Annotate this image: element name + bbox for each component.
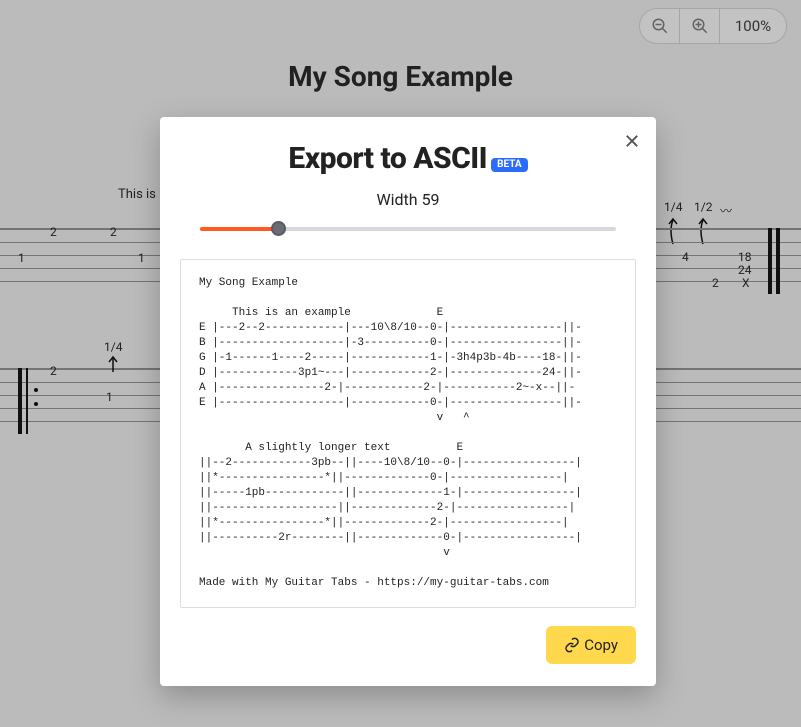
modal-title: Export to ASCII [288,141,487,176]
copy-button[interactable]: Copy [546,626,636,664]
width-label: Width 59 [180,190,636,209]
close-icon [623,132,641,150]
modal-footer: Copy [180,626,636,664]
slider-fill [200,227,279,231]
slider-thumb[interactable] [271,221,286,236]
modal-header: Export to ASCII BETA [180,141,636,176]
app-root: 100% My Song Example This is 1/4 1/2 〰 [0,0,801,727]
copy-button-label: Copy [584,636,618,654]
link-icon [564,637,580,653]
export-ascii-modal: Export to ASCII BETA Width 59 My Song Ex… [160,117,656,686]
beta-badge: BETA [491,158,528,172]
close-button[interactable] [620,129,644,153]
width-slider[interactable] [200,219,616,239]
ascii-output[interactable]: My Song Example This is an example E E |… [180,259,636,608]
